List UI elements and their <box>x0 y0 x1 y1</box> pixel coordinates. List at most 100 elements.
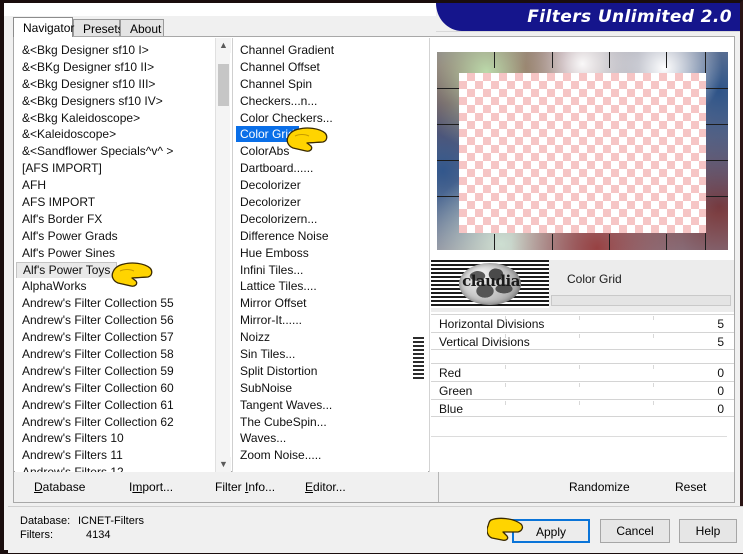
parameter-tick <box>653 334 654 338</box>
list-item[interactable]: Alf's Power Sines <box>15 245 215 262</box>
import-button[interactable]: Import... <box>129 480 173 494</box>
parameter-row[interactable]: Red 0 <box>431 363 734 381</box>
parameter-row[interactable]: Horizontal Divisions 5 <box>431 314 734 332</box>
apply-button[interactable]: Apply <box>512 519 590 543</box>
list-item[interactable]: Checkers...n... <box>233 93 428 110</box>
randomize-button[interactable]: Randomize <box>569 480 630 494</box>
list-item[interactable]: Andrew's Filter Collection 55 <box>15 295 215 312</box>
scroll-up-icon[interactable]: ▲ <box>216 38 231 53</box>
list-item[interactable]: &<BKg Designer sf10 II> <box>15 59 215 76</box>
list-item[interactable]: &<Bkg Designer sf10 I> <box>15 42 215 59</box>
tab-about[interactable]: About <box>120 19 164 37</box>
tab-presets[interactable]: Presets <box>73 19 124 37</box>
list-item[interactable]: &<Sandflower Specials^v^ > <box>15 143 215 160</box>
database-rest: atabase <box>42 480 86 494</box>
list-item[interactable]: Andrew's Filter Collection 61 <box>15 397 215 414</box>
list-item[interactable]: Andrew's Filters 11 <box>15 447 215 464</box>
list-item[interactable]: Andrew's Filter Collection 58 <box>15 346 215 363</box>
list-item[interactable]: Lattice Tiles.... <box>233 278 428 295</box>
filter-info-button[interactable]: Filter Info... <box>215 480 275 494</box>
status-bar: Database: ICNET-Filters Filters: 4134 Ap… <box>8 506 743 553</box>
parameter-label: Red <box>439 366 462 380</box>
list-item[interactable]: Mirror-It...... <box>233 312 428 329</box>
category-scroll-thumb[interactable] <box>218 64 229 106</box>
list-item[interactable]: Andrew's Filter Collection 56 <box>15 312 215 329</box>
list-item-selected[interactable]: Color Grid <box>236 126 299 143</box>
list-item[interactable]: AFH <box>15 177 215 194</box>
list-item[interactable]: Channel Gradient <box>233 42 428 59</box>
list-item[interactable]: Channel Spin <box>233 76 428 93</box>
import-accel: m <box>132 480 143 494</box>
parameter-row[interactable]: Green 0 <box>431 381 734 399</box>
list-item[interactable]: Dartboard...... <box>233 160 428 177</box>
list-item[interactable]: Andrew's Filters 10 <box>15 430 215 447</box>
list-item[interactable]: SubNoise <box>233 380 428 397</box>
effect-scrollbar[interactable] <box>413 38 428 472</box>
parameter-tick <box>505 401 506 405</box>
list-item[interactable]: Andrew's Filter Collection 62 <box>15 414 215 431</box>
list-item[interactable]: &<Bkg Kaleidoscope> <box>15 110 215 127</box>
effect-scroll-thumb[interactable] <box>413 337 424 379</box>
reset-button[interactable]: Reset <box>675 480 706 494</box>
list-item[interactable]: Decolorizer <box>233 194 428 211</box>
list-item[interactable]: Zoom Noise..... <box>233 447 428 464</box>
cancel-button[interactable]: Cancel <box>600 519 670 543</box>
action-bar: Database Import... Filter Info... Editor… <box>13 472 735 503</box>
list-item[interactable]: Andrew's Filters 12 <box>15 464 215 472</box>
filter-effect-listbox[interactable]: Channel Gradient Channel Offset Channel Sp… <box>232 38 428 472</box>
list-item[interactable]: Decolorizer <box>233 177 428 194</box>
parameter-tick <box>579 316 580 320</box>
list-item[interactable]: Tangent Waves... <box>233 397 428 414</box>
parameter-value: 0 <box>717 402 724 416</box>
preview-gradient-background <box>437 52 728 250</box>
list-item[interactable]: Andrew's Filter Collection 60 <box>15 380 215 397</box>
claudia-watermark-logo: claudia <box>431 260 549 308</box>
preview-image-area[interactable] <box>437 46 728 256</box>
watermark-text: claudia <box>462 272 520 290</box>
list-item[interactable]: Decolorizern... <box>233 211 428 228</box>
list-item-selected[interactable]: Alf's Power Toys <box>16 261 118 279</box>
list-item[interactable]: ColorAbs <box>233 143 428 160</box>
parameter-row[interactable]: Vertical Divisions 5 <box>431 332 734 350</box>
list-item[interactable]: Channel Offset <box>233 59 428 76</box>
database-button[interactable]: Database <box>34 480 85 494</box>
preview-panel: claudia Color Grid Horizontal Divisions 5… <box>429 38 734 472</box>
parameter-row[interactable]: Blue 0 <box>431 399 734 417</box>
list-item[interactable]: Waves... <box>233 430 428 447</box>
list-item[interactable]: Split Distortion <box>233 363 428 380</box>
status-filters-label: Filters: <box>20 529 53 541</box>
list-item[interactable]: Hue Emboss <box>233 245 428 262</box>
scroll-down-icon[interactable]: ▼ <box>216 457 231 472</box>
list-item[interactable]: Infini Tiles... <box>233 262 428 279</box>
status-database-label: Database: <box>20 515 71 527</box>
list-item[interactable]: Difference Noise <box>233 228 428 245</box>
list-item[interactable]: Color Checkers... <box>233 110 428 127</box>
list-item[interactable]: Andrew's Filter Collection 59 <box>15 363 215 380</box>
list-item[interactable]: Alf's Power Toys <box>15 261 215 279</box>
parameter-bottom-rule <box>431 436 727 437</box>
list-item[interactable]: Noizz <box>233 329 428 346</box>
parameter-tick <box>579 334 580 338</box>
list-item[interactable]: AlphaWorks <box>15 278 215 295</box>
list-item[interactable]: Color Grid <box>233 126 428 143</box>
parameter-value: 0 <box>717 366 724 380</box>
category-scrollbar[interactable]: ▲ ▼ <box>215 38 231 472</box>
list-item[interactable]: Sin Tiles... <box>233 346 428 363</box>
preview-slider-track[interactable] <box>551 295 731 306</box>
list-item[interactable]: AFS IMPORT <box>15 194 215 211</box>
editor-button[interactable]: Editor... <box>305 480 346 494</box>
list-item[interactable]: Mirror Offset <box>233 295 428 312</box>
list-item[interactable]: Alf's Power Grads <box>15 228 215 245</box>
list-item[interactable]: The CubeSpin... <box>233 414 428 431</box>
list-item[interactable]: &<Bkg Designer sf10 III> <box>15 76 215 93</box>
list-item[interactable]: &<Bkg Designers sf10 IV> <box>15 93 215 110</box>
filter-category-listbox[interactable]: &<Bkg Designer sf10 I> &<BKg Designer sf1… <box>15 38 215 472</box>
tab-navigator[interactable]: Navigator <box>13 17 74 37</box>
import-rest: port... <box>142 480 174 494</box>
editor-rest: ditor... <box>313 480 346 494</box>
help-button[interactable]: Help <box>679 519 737 543</box>
list-item[interactable]: &<Kaleidoscope> <box>15 126 215 143</box>
list-item[interactable]: Andrew's Filter Collection 57 <box>15 329 215 346</box>
list-item[interactable]: Alf's Border FX <box>15 211 215 228</box>
list-item[interactable]: [AFS IMPORT] <box>15 160 215 177</box>
